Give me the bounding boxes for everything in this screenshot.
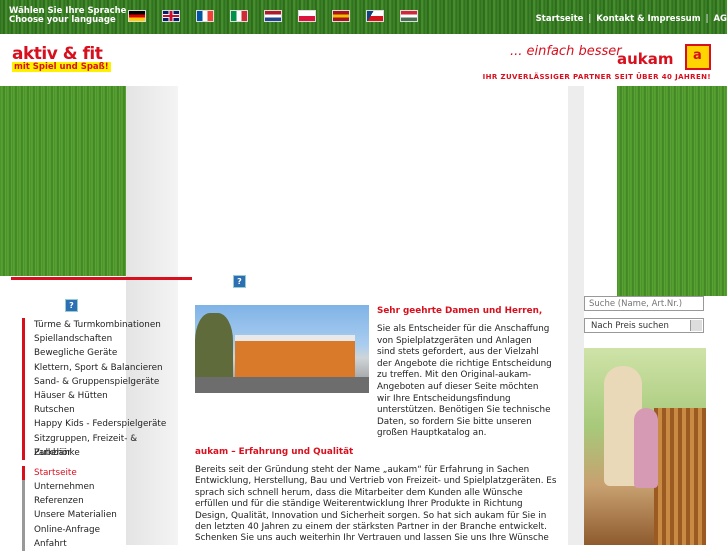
link-kontakt[interactable]: Kontakt & Impressum bbox=[596, 14, 700, 24]
tagline: IHR ZUVERLÄSSIGER PARTNER SEIT ÜBER 40 J… bbox=[482, 73, 711, 81]
nav-item-klettern[interactable]: Klettern, Sport & Balancieren bbox=[22, 360, 182, 375]
link-separator: | bbox=[705, 14, 709, 24]
photo-building bbox=[235, 335, 355, 379]
nav-item-rutschen[interactable]: Rutschen bbox=[22, 403, 182, 418]
right-gradient-strip bbox=[568, 86, 584, 545]
nav-item-spiellandschaften[interactable]: Spiellandschaften bbox=[22, 332, 182, 347]
flag-czech-icon[interactable] bbox=[366, 10, 384, 22]
dropdown-arrow-icon bbox=[690, 320, 702, 331]
photo-child bbox=[634, 408, 658, 488]
nav-item-bewegliche-geraete[interactable]: Bewegliche Geräte bbox=[22, 346, 182, 361]
nav-item-haeuser[interactable]: Häuser & Hütten bbox=[22, 388, 182, 404]
company-building-photo bbox=[195, 305, 369, 393]
left-navigation: Türme & Turmkombinationen Spiellandschaf… bbox=[22, 318, 182, 551]
brand-logo-icon[interactable]: a bbox=[685, 44, 711, 70]
nav-item-sand[interactable]: Sand- & Gruppenspielgeräte bbox=[22, 374, 182, 389]
price-search-select[interactable]: Nach Preis suchen bbox=[584, 318, 704, 333]
grass-banner-right bbox=[617, 86, 727, 296]
language-prompt: Wählen Sie Ihre Sprache Choose your lang… bbox=[9, 7, 126, 25]
section-heading: aukam – Erfahrung und Qualität bbox=[195, 447, 354, 457]
slogan: ... einfach besser bbox=[510, 44, 622, 59]
help-icon[interactable]: ? bbox=[65, 299, 78, 312]
flag-french-icon[interactable] bbox=[196, 10, 214, 22]
help-icon[interactable]: ? bbox=[233, 275, 246, 288]
family-playground-photo bbox=[584, 348, 706, 545]
nav-item-zubehoer[interactable]: Zubehör bbox=[22, 445, 182, 460]
flag-dutch-icon[interactable] bbox=[264, 10, 282, 22]
grass-banner-left bbox=[0, 86, 126, 276]
flag-hungarian-icon[interactable] bbox=[400, 10, 418, 22]
language-prompt-en: Choose your language bbox=[9, 15, 116, 25]
logo-aktiv-fit-subtitle: mit Spiel und Spaß! bbox=[12, 62, 111, 72]
flag-spanish-icon[interactable] bbox=[332, 10, 350, 22]
nav-item-happy-kids[interactable]: Happy Kids - Federspielgeräte bbox=[22, 417, 182, 432]
brand-logo-mark: a bbox=[693, 48, 702, 63]
nav-item-anfahrt[interactable]: Anfahrt bbox=[22, 536, 182, 551]
search-input[interactable] bbox=[584, 296, 704, 311]
nav-item-sitzgruppen[interactable]: Sitzgruppen, Freizeit- & Parkbänke bbox=[22, 431, 182, 458]
nav-item-online-anfrage[interactable]: Online-Anfrage bbox=[22, 522, 182, 537]
top-bar: Wählen Sie Ihre Sprache Choose your lang… bbox=[0, 0, 727, 34]
nav-item-referenzen[interactable]: Referenzen bbox=[22, 494, 182, 509]
intro-heading: Sehr geehrte Damen und Herren, bbox=[377, 306, 543, 316]
top-links: Startseite | Kontakt & Impressum | AG bbox=[536, 14, 727, 24]
body-paragraph-text: Bereits seit der Gründung steht der Name… bbox=[195, 465, 557, 533]
photo-road bbox=[195, 377, 369, 393]
nav-item-startseite[interactable]: Startseite bbox=[22, 465, 182, 481]
logo-aktiv-fit[interactable]: aktiv & fit bbox=[12, 44, 103, 64]
intro-paragraph: Sie als Entscheider für die Anschaffung … bbox=[377, 324, 552, 439]
nav-item-materialien[interactable]: Unsere Materialien bbox=[22, 508, 182, 523]
photo-railing bbox=[654, 408, 706, 545]
flag-polish-icon[interactable] bbox=[298, 10, 316, 22]
body-paragraph-continued: Schenken Sie uns auch weiterhin Ihr Vert… bbox=[195, 533, 549, 544]
link-startseite[interactable]: Startseite bbox=[536, 14, 584, 24]
body-paragraph: Bereits seit der Gründung steht der Name… bbox=[195, 465, 557, 545]
flag-italian-icon[interactable] bbox=[230, 10, 248, 22]
price-search-label: Nach Preis suchen bbox=[591, 321, 669, 331]
flag-uk-icon[interactable] bbox=[162, 10, 180, 22]
brand-logo-text[interactable]: aukam bbox=[617, 50, 674, 68]
red-divider bbox=[11, 277, 192, 280]
link-ag[interactable]: AG bbox=[713, 14, 727, 24]
photo-tree bbox=[195, 313, 233, 383]
flag-german-icon[interactable] bbox=[128, 10, 146, 22]
nav-item-unternehmen[interactable]: Unternehmen bbox=[22, 480, 182, 495]
nav-item-tuerme[interactable]: Türme & Turmkombinationen bbox=[22, 318, 182, 333]
link-separator: | bbox=[588, 14, 592, 24]
